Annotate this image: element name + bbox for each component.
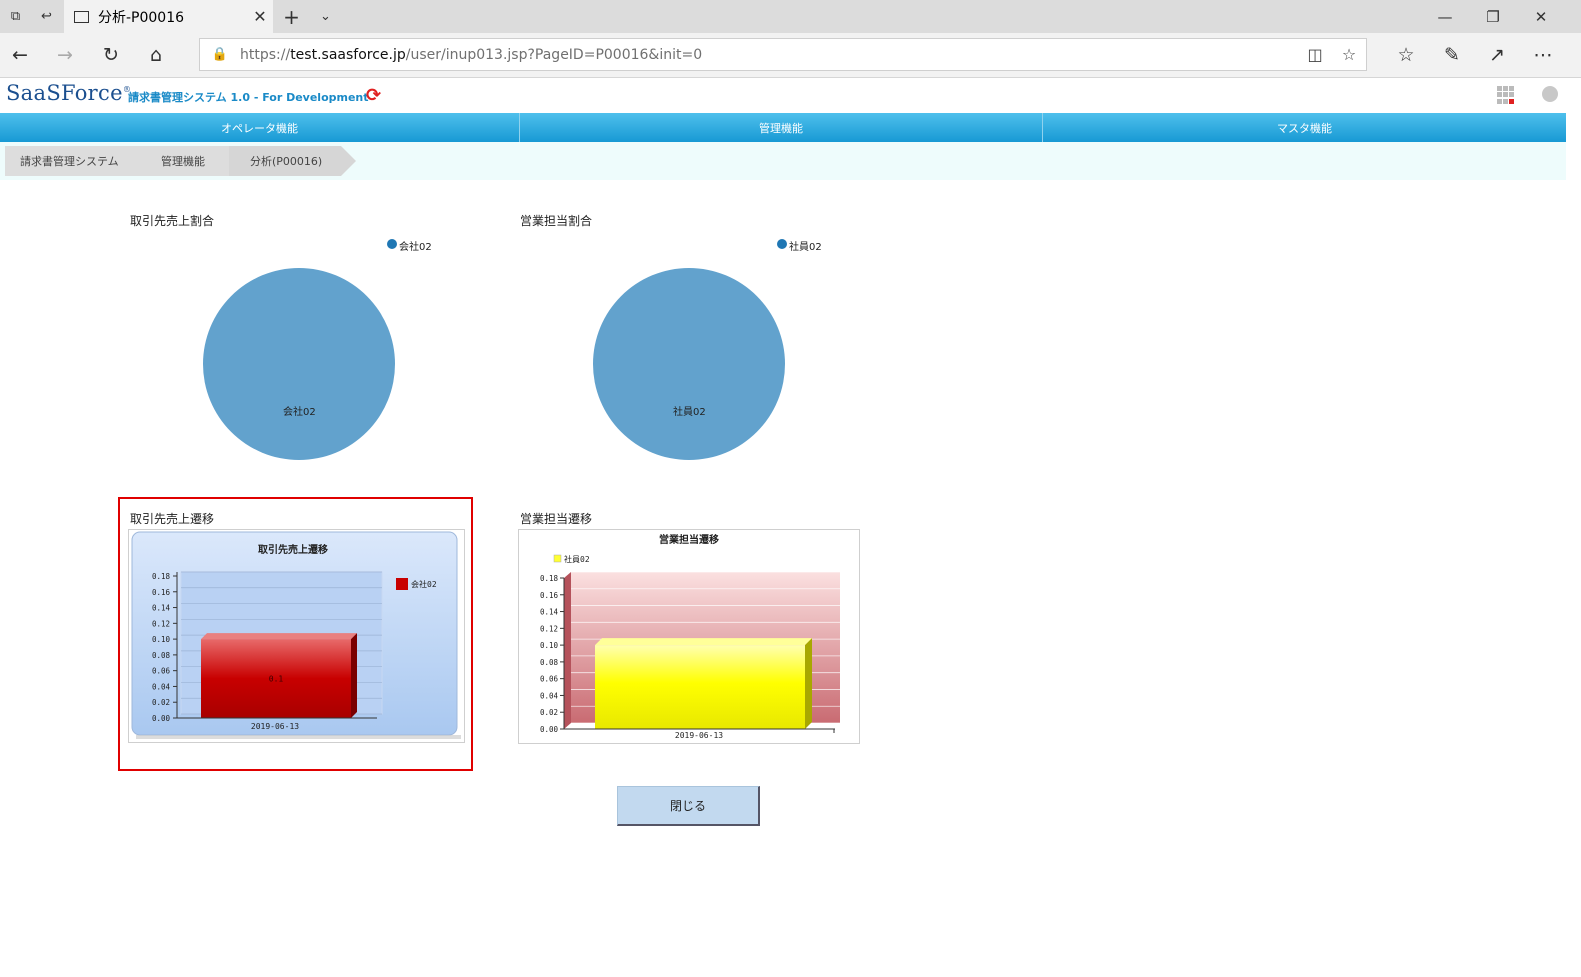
chart1-y-tick: 0.02 bbox=[152, 698, 170, 707]
set-tabs-aside-icon[interactable]: ↩ bbox=[31, 0, 62, 33]
chart2-y-tick: 0.06 bbox=[540, 675, 559, 684]
browser-tab-bar: ⧉ ↩ 分析-P00016 ✕ + ⌄ — ❐ ✕ bbox=[0, 0, 1581, 33]
pie2-legend-label: 社員02 bbox=[789, 242, 822, 253]
client-trend-svg: 取引先売上遷移 0.1 0.00 0.02 0.04 0.06 0.08 0.10 0.12… bbox=[131, 531, 461, 739]
pie1-legend-marker bbox=[387, 239, 397, 249]
chart2-legend-label: 社員02 bbox=[564, 554, 590, 564]
new-tab-icon[interactable]: + bbox=[276, 0, 307, 33]
chart2-y-tick: 0.08 bbox=[540, 658, 559, 667]
browser-tab[interactable]: 分析-P00016 ✕ bbox=[64, 0, 273, 33]
tab-actions-icon[interactable]: ⧉ bbox=[0, 0, 31, 33]
chart2-y-tick: 0.10 bbox=[540, 641, 559, 650]
chart2-y-tick: 0.18 bbox=[540, 574, 559, 583]
favorite-star-icon[interactable]: ☆ bbox=[1332, 45, 1366, 64]
staff-share-title: 営業担当割合 bbox=[520, 214, 593, 228]
close-tab-icon[interactable]: ✕ bbox=[247, 7, 273, 26]
chart2-side-wall bbox=[564, 572, 571, 729]
chart2-bar-side bbox=[805, 638, 812, 729]
chart1-bar-top bbox=[201, 633, 357, 640]
client-trend-chart: 取引先売上遷移 0.1 0.00 0.02 0.04 0.06 0.08 0.10 0.12… bbox=[128, 529, 465, 743]
chart1-data-label: 0.1 bbox=[269, 675, 284, 684]
tab-title: 分析-P00016 bbox=[98, 9, 185, 26]
chart2-y-tick: 0.04 bbox=[540, 691, 559, 700]
chart1-y-tick: 0.14 bbox=[152, 604, 171, 613]
forward-icon[interactable]: → bbox=[49, 39, 81, 71]
saasforce-logo[interactable]: SaaSForce® bbox=[6, 81, 131, 105]
chart2-y-tick: 0.02 bbox=[540, 708, 558, 717]
pie1-legend-label: 会社02 bbox=[399, 242, 432, 253]
chart1-y-tick: 0.12 bbox=[152, 619, 170, 628]
pie2-slice bbox=[593, 268, 785, 460]
pie1-slice bbox=[203, 268, 395, 460]
share-icon[interactable]: ↗ bbox=[1481, 39, 1513, 71]
refresh-icon[interactable]: ↻ bbox=[95, 39, 127, 71]
back-icon[interactable]: ← bbox=[4, 39, 36, 71]
client-share-title: 取引先売上割合 bbox=[130, 214, 215, 228]
client-trend-title: 取引先売上遷移 bbox=[130, 512, 215, 526]
tab-list-chevron-down-icon[interactable]: ⌄ bbox=[310, 0, 341, 33]
chart1-y-tick: 0.04 bbox=[152, 682, 171, 691]
breadcrumb-management[interactable]: 管理機能 bbox=[137, 146, 244, 176]
chart1-bar-side bbox=[351, 633, 357, 718]
menu-master[interactable]: マスタ機能 bbox=[1043, 113, 1566, 142]
apps-grid-icon[interactable] bbox=[1497, 86, 1515, 104]
chart2-y-tick: 0.16 bbox=[540, 591, 559, 600]
chart1-y-tick: 0.16 bbox=[152, 588, 171, 597]
main-menu: オペレータ機能 管理機能 マスタ機能 bbox=[0, 113, 1566, 142]
chart2-bar-top bbox=[595, 638, 812, 646]
chart2-title: 営業担当遷移 bbox=[659, 533, 719, 546]
user-avatar-icon[interactable] bbox=[1542, 86, 1558, 102]
pen-icon[interactable]: ✎ bbox=[1436, 39, 1468, 71]
system-name: 請求書管理システム 1.0 - For Development bbox=[128, 91, 369, 104]
breadcrumb-system[interactable]: 請求書管理システム bbox=[5, 146, 152, 176]
chart1-y-tick: 0.06 bbox=[152, 667, 171, 676]
pie2-slice-label: 社員02 bbox=[673, 407, 706, 418]
chart2-y-tick: 0.00 bbox=[540, 725, 559, 734]
chart2-bar bbox=[595, 645, 805, 729]
breadcrumb-current: 分析(P00016) bbox=[229, 146, 356, 176]
pie1-slice-label: 会社02 bbox=[283, 407, 316, 418]
window-close-icon[interactable]: ✕ bbox=[1518, 0, 1564, 33]
chart2-x-tick: 2019-06-13 bbox=[675, 731, 723, 740]
favorites-icon[interactable]: ☆ bbox=[1390, 39, 1422, 71]
home-icon[interactable]: ⌂ bbox=[140, 39, 172, 71]
chart1-y-tick: 0.10 bbox=[152, 635, 171, 644]
close-button[interactable]: 閉じる bbox=[617, 786, 760, 826]
url-text[interactable]: https://test.saasforce.jp/user/inup013.j… bbox=[240, 47, 1298, 63]
chart1-y-tick: 0.00 bbox=[152, 714, 171, 723]
chart1-y-tick: 0.18 bbox=[152, 572, 171, 581]
menu-operator[interactable]: オペレータ機能 bbox=[0, 113, 520, 142]
menu-management[interactable]: 管理機能 bbox=[520, 113, 1043, 142]
address-bar[interactable]: 🔒 https://test.saasforce.jp/user/inup013… bbox=[199, 38, 1367, 71]
browser-nav-bar: ← → ↻ ⌂ 🔒 https://test.saasforce.jp/user… bbox=[0, 33, 1581, 78]
app-header: SaaSForce® 請求書管理システム 1.0 - For Developme… bbox=[0, 79, 1581, 113]
staff-trend-svg: 営業担当遷移 社員02 0.00 0.02 0.04 0.06 0.08 0.10 0.12… bbox=[540, 533, 840, 740]
chart1-panel-shadow bbox=[136, 735, 461, 739]
breadcrumb: 請求書管理システム 管理機能 分析(P00016) bbox=[0, 142, 1566, 180]
minimize-icon[interactable]: — bbox=[1422, 0, 1468, 33]
chart1-title: 取引先売上遷移 bbox=[258, 543, 328, 556]
chart2-legend-marker bbox=[553, 554, 562, 563]
staff-trend-title: 営業担当遷移 bbox=[520, 512, 593, 526]
more-icon[interactable]: ⋯ bbox=[1527, 39, 1559, 71]
chart2-y-tick: 0.14 bbox=[540, 608, 559, 617]
lock-icon: 🔒 bbox=[211, 47, 229, 62]
restore-icon[interactable]: ❐ bbox=[1470, 0, 1516, 33]
chart1-x-tick: 2019-06-13 bbox=[251, 722, 299, 731]
page-icon bbox=[74, 10, 89, 23]
staff-trend-chart: 営業担当遷移 社員02 0.00 0.02 0.04 0.06 0.08 0.10 0.12… bbox=[518, 529, 860, 744]
reading-view-icon[interactable]: ◫ bbox=[1298, 45, 1332, 64]
chart1-legend-label: 会社02 bbox=[411, 579, 437, 589]
chart2-y-tick: 0.12 bbox=[540, 624, 558, 633]
reload-icon[interactable]: ⟳ bbox=[366, 85, 381, 106]
pie2-legend-marker bbox=[777, 239, 787, 249]
chart1-legend-marker bbox=[396, 578, 408, 590]
chart1-y-tick: 0.08 bbox=[152, 651, 171, 660]
